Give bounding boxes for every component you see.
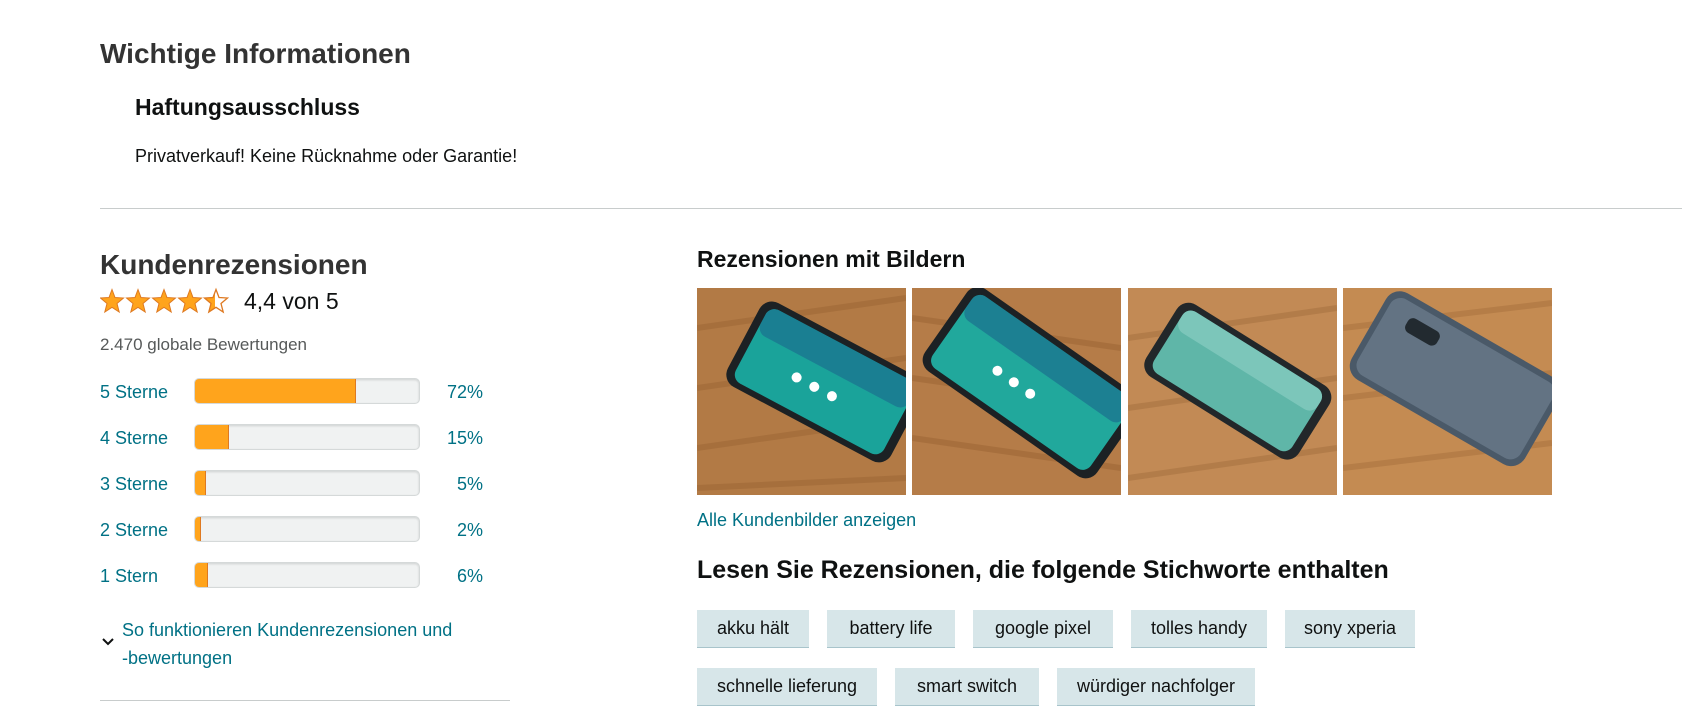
section-divider [100,208,1682,209]
histogram-bar[interactable] [194,378,420,404]
global-ratings-count: 2.470 globale Bewertungen [100,335,307,354]
histogram-percent[interactable]: 5% [423,474,483,495]
histogram-fill [195,517,201,541]
histogram-row-1[interactable]: 1 Stern 6% [100,562,500,592]
review-image-2[interactable] [912,288,1121,495]
review-image-1[interactable] [697,288,906,495]
keyword-chip[interactable]: schnelle lieferung [697,668,877,706]
how-reviews-work-toggle[interactable]: So funktionieren Kundenrezensionen und -… [100,616,510,672]
review-images-title: Rezensionen mit Bildern [697,246,966,272]
review-image-3[interactable] [1128,288,1337,495]
phone-photo-image [912,288,1121,495]
histogram-label[interactable]: 5 Sterne [100,382,168,403]
histogram-row-3[interactable]: 3 Sterne 5% [100,470,500,500]
average-rating: 4,4 von 5 [244,288,339,314]
histogram-row-2[interactable]: 2 Sterne 2% [100,516,500,546]
histogram-bar[interactable] [194,424,420,450]
how-reviews-work-link-cont[interactable]: -bewertungen [122,644,510,672]
histogram-fill [195,471,207,495]
histogram-fill [195,379,357,403]
phone-back-photo-image [1343,288,1552,495]
customer-reviews-title: Kundenrezensionen [100,249,368,280]
histogram-percent[interactable]: 2% [423,520,483,541]
star-rating-icon [100,288,229,313]
keyword-chip[interactable]: google pixel [973,610,1113,648]
keyword-chip[interactable]: würdiger nachfolger [1057,668,1255,706]
keyword-chip[interactable]: tolles handy [1131,610,1267,648]
how-reviews-work-link[interactable]: So funktionieren Kundenrezensionen und [122,616,510,644]
histogram-fill [195,425,229,449]
histogram-label[interactable]: 4 Sterne [100,428,168,449]
histogram-bar[interactable] [194,562,420,588]
phone-photo-image [1128,288,1337,495]
keyword-chip[interactable]: smart switch [895,668,1039,706]
histogram-percent[interactable]: 6% [423,566,483,587]
phone-photo-image [697,288,906,495]
important-info-title: Wichtige Informationen [100,38,411,69]
keyword-chip[interactable]: sony xperia [1285,610,1415,648]
histogram-bar[interactable] [194,516,420,542]
disclaimer-title: Haftungsausschluss [135,94,360,120]
keyword-chip[interactable]: battery life [827,610,955,648]
histogram-bar[interactable] [194,470,420,496]
left-divider [100,700,510,701]
all-customer-images-link[interactable]: Alle Kundenbilder anzeigen [697,510,916,531]
review-image-4[interactable] [1343,288,1552,495]
histogram-percent[interactable]: 15% [423,428,483,449]
histogram-row-4[interactable]: 4 Sterne 15% [100,424,500,454]
histogram-fill [195,563,209,587]
keywords-title: Lesen Sie Rezensionen, die folgende Stic… [697,556,1389,584]
disclaimer-text: Privatverkauf! Keine Rücknahme oder Gara… [135,146,518,166]
histogram-label[interactable]: 1 Stern [100,566,158,587]
histogram-label[interactable]: 2 Sterne [100,520,168,541]
keyword-chip[interactable]: akku hält [697,610,809,648]
histogram-row-5[interactable]: 5 Sterne 72% [100,378,500,408]
chevron-down-icon [102,638,114,646]
histogram-percent[interactable]: 72% [423,382,483,403]
histogram-label[interactable]: 3 Sterne [100,474,168,495]
